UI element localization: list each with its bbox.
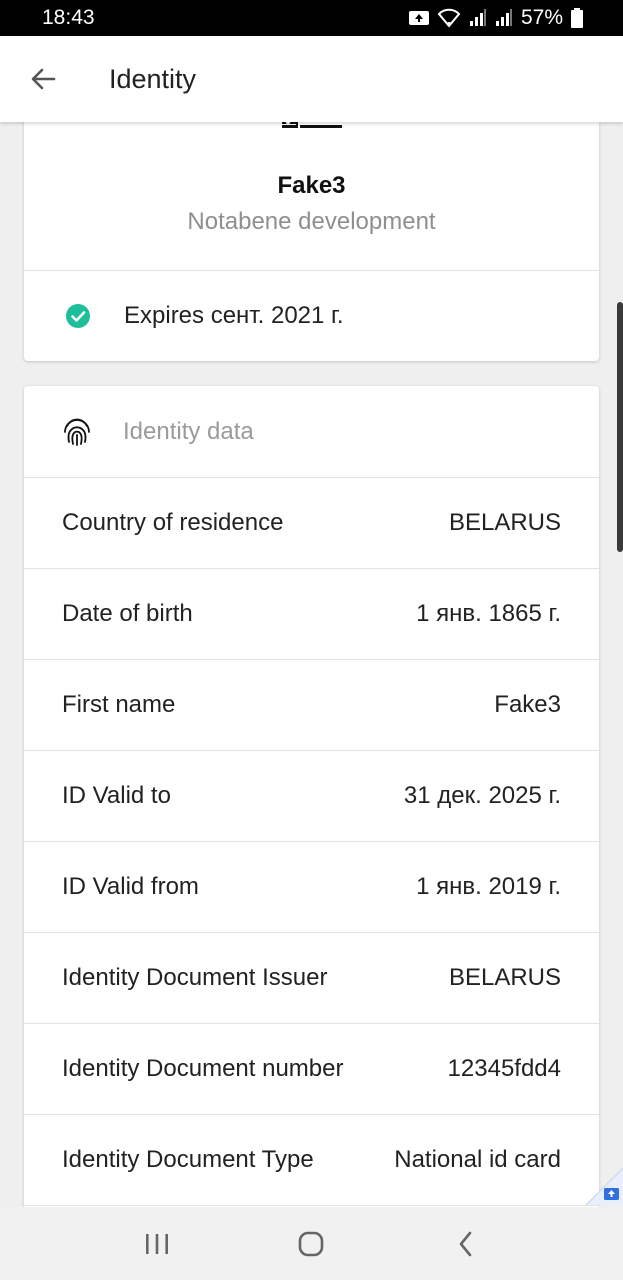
back-button[interactable] — [0, 36, 86, 122]
check-circle-icon — [66, 303, 90, 328]
status-bar: 18:43 57% — [0, 0, 623, 36]
table-row: Date of birth 1 янв. 1865 г. — [24, 568, 599, 659]
row-label: First name — [62, 691, 176, 718]
identity-data-header: Identity data — [24, 386, 599, 477]
table-row: ID Valid from 1 янв. 2019 г. — [24, 841, 599, 932]
row-value: 1 янв. 1865 г. — [416, 600, 561, 627]
table-row: Identity Document Issuer BELARUS — [24, 932, 599, 1023]
fingerprint-icon — [64, 418, 90, 446]
back-nav-button[interactable] — [436, 1214, 496, 1274]
app-bar: Identity — [0, 36, 623, 122]
recent-apps-button[interactable] — [127, 1214, 187, 1274]
status-time: 18:43 — [42, 6, 95, 29]
upload-notification-icon — [408, 10, 429, 26]
wifi-icon — [437, 8, 461, 28]
row-label: ID Valid to — [62, 782, 171, 809]
document-organization: Notabene development — [187, 208, 436, 235]
table-row: First name Fake3 — [24, 659, 599, 750]
row-label: Date of birth — [62, 600, 193, 627]
row-label: ID Valid from — [62, 873, 199, 900]
table-row: Country of residence BELARUS — [24, 477, 599, 568]
table-row: ID Valid to 31 дек. 2025 г. — [24, 750, 599, 841]
signal-icon-2 — [495, 9, 513, 27]
home-button[interactable] — [281, 1214, 341, 1274]
scroll-content[interactable]: Fake3 Notabene development Expires сент.… — [0, 122, 623, 1207]
identity-data-card: Identity data Country of residence BELAR… — [24, 386, 599, 1207]
expires-row: Expires сент. 2021 г. — [24, 270, 599, 361]
row-value: National id card — [394, 1146, 561, 1173]
home-icon — [299, 1231, 324, 1256]
identity-data-title: Identity data — [123, 417, 254, 445]
row-label: Identity Document Type — [62, 1146, 314, 1173]
document-card: Fake3 Notabene development Expires сент.… — [24, 122, 599, 361]
battery-percent: 57% — [520, 6, 563, 29]
arrow-left-icon — [31, 68, 56, 90]
document-name: Fake3 — [277, 172, 346, 199]
table-row: Identity Document Type National id card — [24, 1114, 599, 1205]
id-card-icon — [280, 122, 344, 130]
recent-apps-icon — [146, 1233, 169, 1254]
system-nav-bar — [0, 1207, 623, 1280]
row-value: BELARUS — [448, 964, 561, 991]
table-row: Identity Document number 12345fdd4 — [24, 1023, 599, 1114]
row-value: 1 янв. 2019 г. — [416, 873, 561, 900]
row-label: Country of residence — [62, 509, 284, 536]
status-icons: 57% — [408, 6, 583, 30]
row-label: Identity Document number — [62, 1055, 344, 1082]
expires-label: Expires сент. 2021 г. — [124, 301, 344, 329]
floating-badge-icon[interactable] — [585, 1167, 623, 1206]
row-value: 31 дек. 2025 г. — [403, 782, 561, 809]
row-value: 12345fdd4 — [447, 1055, 561, 1082]
battery-icon — [571, 8, 583, 28]
chevron-left-icon — [459, 1231, 472, 1256]
row-value: Fake3 — [494, 691, 561, 718]
row-value: BELARUS — [448, 509, 561, 536]
page-title: Identity — [109, 63, 197, 94]
signal-icon-1 — [469, 9, 487, 27]
row-label: Identity Document Issuer — [62, 964, 328, 991]
scrollbar-thumb[interactable] — [617, 302, 623, 552]
